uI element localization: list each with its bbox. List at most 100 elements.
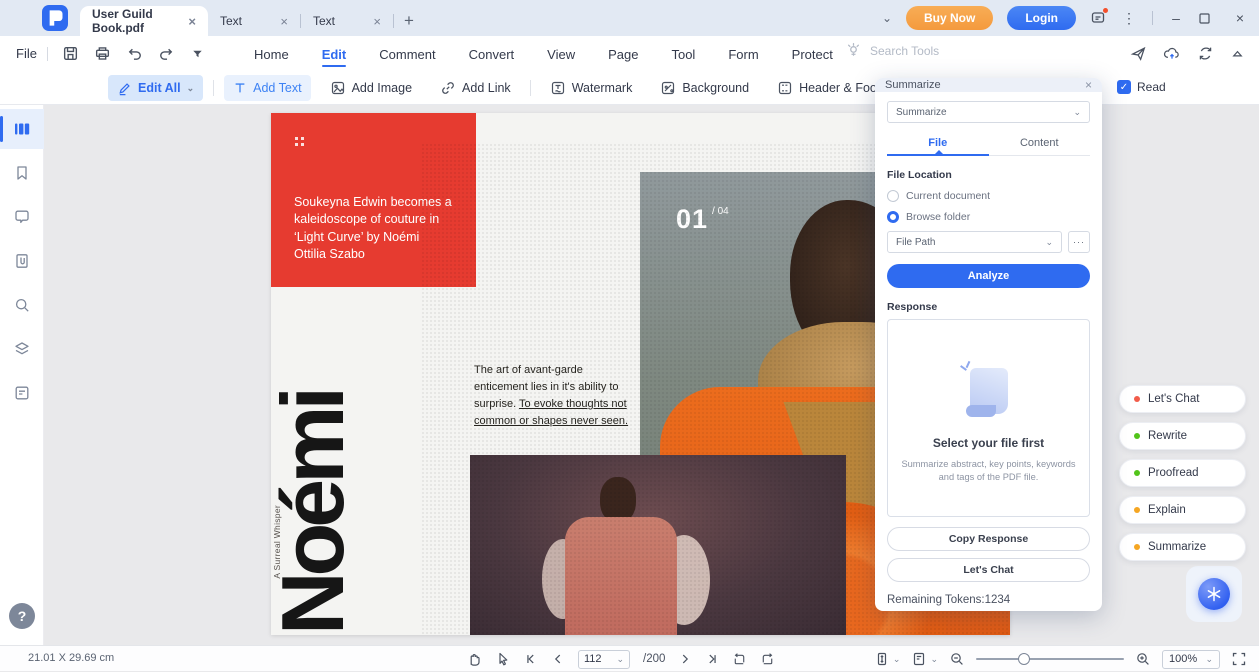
zoom-out-icon[interactable] xyxy=(949,651,965,667)
sidebar-layers[interactable] xyxy=(0,329,44,369)
header-footer-button[interactable]: Header & Foo xyxy=(768,75,886,101)
menu-edit[interactable]: Edit xyxy=(320,38,349,71)
tool-select[interactable]: Summarize ⌄ xyxy=(887,101,1090,123)
add-link-button[interactable]: Add Link xyxy=(431,75,520,101)
sidebar-comments[interactable] xyxy=(0,197,44,237)
edit-all-label: Edit All xyxy=(138,81,181,95)
menu-home[interactable]: Home xyxy=(252,38,291,71)
more-menu-icon[interactable]: ⋮ xyxy=(1120,10,1138,27)
file-path-select[interactable]: File Path ⌄ xyxy=(887,231,1062,253)
undo-icon[interactable] xyxy=(126,45,143,62)
response-label: Response xyxy=(887,301,1090,313)
slider-thumb[interactable] xyxy=(1018,653,1030,665)
copy-response-button[interactable]: Copy Response xyxy=(887,527,1090,551)
page-number-value[interactable] xyxy=(584,653,612,665)
select-tool-icon[interactable] xyxy=(495,651,511,667)
sync-icon[interactable] xyxy=(1197,45,1214,62)
tab-close-icon[interactable]: × xyxy=(373,14,381,29)
sidebar-summary[interactable] xyxy=(0,373,44,413)
previous-view-icon[interactable] xyxy=(732,652,747,667)
first-page-icon[interactable] xyxy=(524,652,538,666)
login-button[interactable]: Login xyxy=(1007,6,1076,30)
title-bar: User Guild Book.pdf × Text × Text × + ⌄ … xyxy=(0,0,1259,36)
page-number-input[interactable]: ⌄ xyxy=(578,650,630,669)
menu-page[interactable]: Page xyxy=(606,38,640,71)
tab-close-icon[interactable]: × xyxy=(188,14,196,29)
menu-convert[interactable]: Convert xyxy=(467,38,517,71)
feedback-button[interactable] xyxy=(1090,10,1106,26)
zoom-level-select[interactable]: 100% ⌄ xyxy=(1162,650,1220,669)
vertical-title: Noémi xyxy=(273,295,354,635)
radio-browse-folder[interactable]: Browse folder xyxy=(887,211,1090,223)
zoom-in-icon[interactable] xyxy=(1135,651,1151,667)
watermark-button[interactable]: Watermark xyxy=(541,75,642,101)
sidebar-thumbnails[interactable] xyxy=(0,109,44,149)
buy-now-button[interactable]: Buy Now xyxy=(906,6,993,30)
ai-robot-button[interactable] xyxy=(1198,578,1230,610)
menu-comment[interactable]: Comment xyxy=(377,38,437,71)
tab-text-2[interactable]: Text × xyxy=(301,6,393,36)
browse-files-button[interactable]: ··· xyxy=(1068,231,1090,253)
app-logo-icon[interactable] xyxy=(42,5,68,31)
chevron-down-icon[interactable]: ⌄ xyxy=(893,654,901,665)
last-page-icon[interactable] xyxy=(705,652,719,666)
share-icon[interactable] xyxy=(1130,45,1147,62)
collapse-tabs-icon[interactable]: ⌄ xyxy=(882,11,892,25)
new-tab-button[interactable]: + xyxy=(404,11,414,31)
cloud-upload-icon[interactable] xyxy=(1163,45,1181,62)
sidebar-search[interactable] xyxy=(0,285,44,325)
ai-proofread-button[interactable]: Proofread xyxy=(1119,459,1246,487)
search-tools-input[interactable] xyxy=(870,44,1020,58)
tab-content[interactable]: Content xyxy=(989,132,1091,155)
page-layout-control[interactable]: ⌄ xyxy=(911,651,938,667)
analyze-button[interactable]: Analyze xyxy=(887,264,1090,288)
ai-explain-button[interactable]: Explain xyxy=(1119,496,1246,524)
left-sidebar: ? xyxy=(0,105,44,645)
sidebar-bookmarks[interactable] xyxy=(0,153,44,193)
menu-tool[interactable]: Tool xyxy=(669,38,697,71)
radio-icon-off[interactable] xyxy=(887,190,899,202)
sidebar-attachments[interactable] xyxy=(0,241,44,281)
ai-rewrite-button[interactable]: Rewrite xyxy=(1119,422,1246,450)
fullscreen-icon[interactable] xyxy=(1231,651,1247,667)
save-icon[interactable] xyxy=(62,45,79,62)
summarize-panel-header[interactable]: Summarize × xyxy=(875,78,1102,92)
empty-state-desc: Summarize abstract, key points, keywords… xyxy=(894,458,1084,485)
minimize-button[interactable]: – xyxy=(1167,10,1185,26)
redo-icon[interactable] xyxy=(158,45,175,62)
menu-file[interactable]: File xyxy=(16,46,37,61)
menu-form[interactable]: Form xyxy=(726,38,760,71)
menu-view[interactable]: View xyxy=(545,38,577,71)
panel-close-icon[interactable]: × xyxy=(1085,78,1092,92)
ai-summarize-button[interactable]: Summarize xyxy=(1119,533,1246,561)
quick-tools-dropdown-icon[interactable] xyxy=(190,46,205,61)
zoom-slider[interactable] xyxy=(976,653,1124,665)
hand-tool-icon[interactable] xyxy=(466,651,482,667)
radio-icon-on[interactable] xyxy=(887,211,899,223)
next-page-icon[interactable] xyxy=(678,652,692,666)
close-window-button[interactable]: × xyxy=(1231,10,1249,26)
tab-close-icon[interactable]: × xyxy=(280,14,288,29)
fit-page-control[interactable]: ⌄ xyxy=(874,651,901,667)
chevron-down-icon[interactable]: ⌄ xyxy=(930,654,938,665)
lets-chat-button[interactable]: Let's Chat xyxy=(887,558,1090,582)
edit-all-button[interactable]: Edit All ⌄ xyxy=(108,75,203,101)
photo-model-pink xyxy=(470,455,846,635)
add-image-button[interactable]: Add Image xyxy=(321,75,421,101)
menu-protect[interactable]: Protect xyxy=(790,38,835,71)
read-mode-toggle[interactable]: ✓ Read xyxy=(1117,80,1166,94)
radio-current-document[interactable]: Current document xyxy=(887,190,1090,202)
ai-lets-chat-button[interactable]: Let's Chat xyxy=(1119,385,1246,413)
next-view-icon[interactable] xyxy=(760,652,775,667)
collapse-toolbar-icon[interactable] xyxy=(1230,46,1245,61)
previous-page-icon[interactable] xyxy=(551,652,565,666)
help-button[interactable]: ? xyxy=(9,603,35,629)
maximize-button[interactable] xyxy=(1199,13,1217,24)
background-button[interactable]: Background xyxy=(651,75,758,101)
add-text-button[interactable]: Add Text xyxy=(224,75,310,101)
tab-text-1[interactable]: Text × xyxy=(208,6,300,36)
tab-user-guild-book[interactable]: User Guild Book.pdf × xyxy=(80,6,208,36)
photo-figure xyxy=(565,517,677,635)
read-checkbox-checked[interactable]: ✓ xyxy=(1117,80,1131,94)
print-icon[interactable] xyxy=(94,45,111,62)
